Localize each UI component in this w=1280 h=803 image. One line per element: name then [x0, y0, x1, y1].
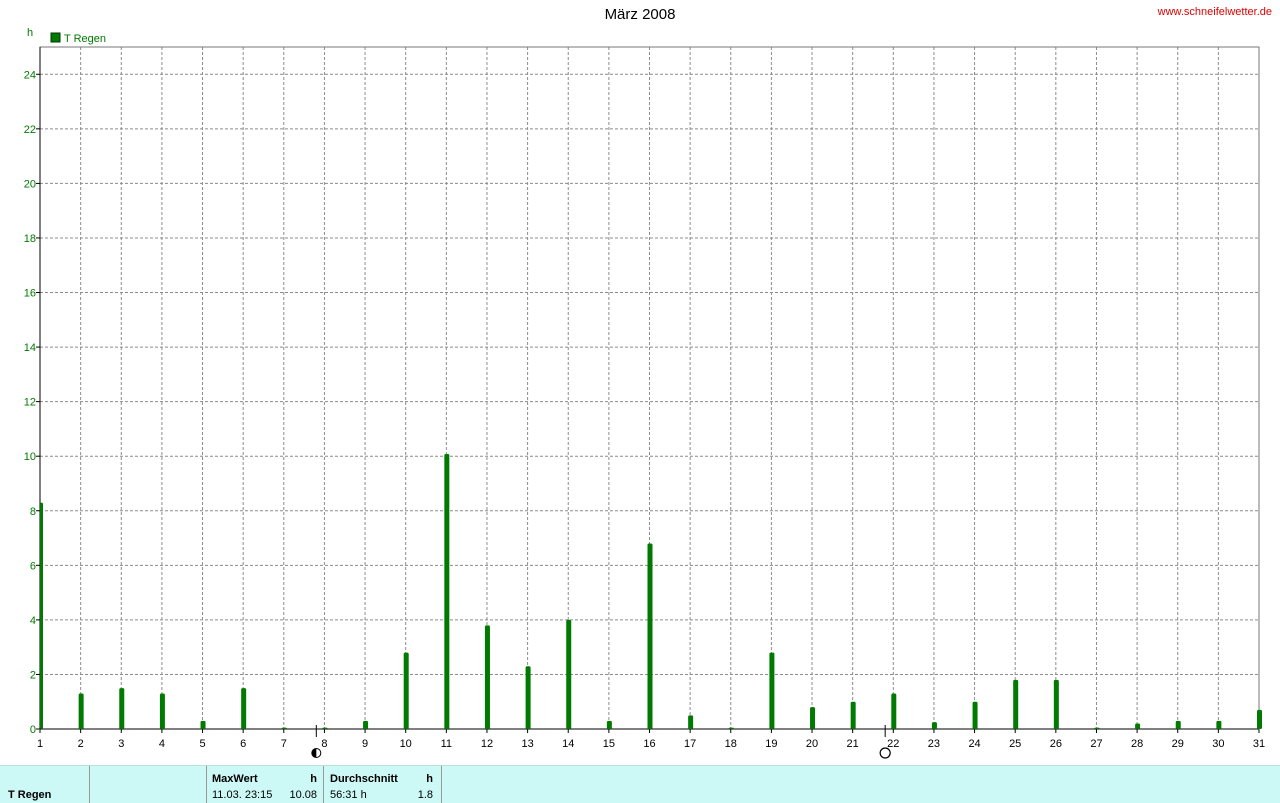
x-tick-label: 15 — [603, 738, 615, 750]
x-tick-label: 1 — [37, 738, 43, 750]
bar-day-15 — [606, 720, 612, 729]
x-tick-label: 18 — [725, 738, 737, 750]
x-tick-label: 8 — [321, 738, 327, 750]
bar-day-17 — [688, 715, 694, 729]
bar-day-30 — [1216, 720, 1222, 729]
bar-day-22 — [891, 693, 897, 729]
avg-value: 1.8 — [417, 789, 433, 801]
x-tick-label: 28 — [1131, 738, 1143, 750]
x-tick-label: 6 — [240, 738, 246, 750]
y-tick-label: 8 — [30, 506, 36, 518]
avg-cell: Durchschnitt h 56:31 h 1.8 — [324, 766, 442, 803]
max-unit: h — [310, 773, 317, 785]
bar-day-11 — [444, 454, 450, 729]
bar-series — [40, 454, 1262, 729]
x-tick-label: 26 — [1050, 738, 1062, 750]
bar-day-14 — [566, 619, 572, 729]
x-tick-label: 30 — [1212, 738, 1224, 750]
y-tick-label: 12 — [24, 397, 36, 409]
y-tick-label: 10 — [24, 451, 36, 463]
x-tick-label: 14 — [562, 738, 574, 750]
legend: T Regen — [50, 32, 106, 45]
bar-day-19 — [769, 652, 775, 729]
bar-day-3 — [119, 688, 125, 729]
x-tick-label: 7 — [281, 738, 287, 750]
y-tick-label: 6 — [30, 560, 36, 572]
max-header: MaxWert — [212, 773, 258, 785]
y-tick-label: 4 — [30, 615, 36, 627]
bar-day-18 — [728, 727, 734, 729]
y-tick-label: 14 — [24, 342, 36, 354]
y-tick-label: 18 — [24, 233, 36, 245]
bar-day-1 — [40, 502, 43, 729]
x-tick-label: 20 — [806, 738, 818, 750]
x-tick-label: 22 — [887, 738, 899, 750]
avg-header: Durchschnitt — [330, 773, 398, 785]
y-tick-label: 2 — [30, 669, 36, 681]
x-tick-label: 4 — [159, 738, 165, 750]
bar-day-28 — [1135, 723, 1141, 729]
series-cell: T Regen — [0, 766, 90, 803]
max-datetime: 11.03. 23:15 — [212, 789, 273, 801]
x-tick-label: 11 — [441, 738, 452, 750]
bar-day-2 — [78, 693, 84, 729]
x-tick-label: 25 — [1009, 738, 1021, 750]
bar-day-13 — [525, 666, 531, 729]
legend-label: T Regen — [64, 33, 106, 45]
x-tick-label: 24 — [968, 738, 980, 750]
bar-day-29 — [1175, 720, 1181, 729]
bar-day-9 — [363, 720, 369, 729]
bar-day-25 — [1013, 679, 1019, 729]
avg-total: 56:31 h — [330, 789, 367, 801]
bar-day-6 — [241, 688, 247, 729]
bar-day-12 — [484, 625, 490, 729]
max-cell: MaxWert h 11.03. 23:15 10.08 — [207, 766, 324, 803]
bar-day-21 — [850, 701, 856, 729]
bar-day-20 — [810, 707, 816, 729]
max-value: 10.08 — [289, 789, 317, 801]
x-tick-label: 17 — [684, 738, 696, 750]
x-tick-label: 23 — [928, 738, 940, 750]
statistics-bar: T Regen MaxWert h 11.03. 23:15 10.08 Dur… — [0, 765, 1280, 803]
avg-unit: h — [426, 773, 433, 785]
series-name: T Regen — [8, 789, 52, 801]
y-tick-label: 20 — [24, 178, 36, 190]
bar-day-23 — [931, 722, 937, 729]
legend-swatch — [50, 32, 61, 43]
x-tick-label: 9 — [362, 738, 368, 750]
x-tick-label: 19 — [765, 738, 777, 750]
moon-phases — [311, 725, 891, 759]
y-tick-label: 22 — [24, 124, 36, 136]
x-tick-label: 13 — [521, 738, 533, 750]
x-tick-label: 27 — [1090, 738, 1102, 750]
bar-day-24 — [972, 701, 978, 729]
x-tick-label: 3 — [118, 738, 124, 750]
x-tick-label: 21 — [847, 738, 859, 750]
x-tick-label: 5 — [199, 738, 205, 750]
bar-day-27 — [1094, 727, 1100, 729]
x-tick-label: 10 — [400, 738, 412, 750]
x-tick-label: 2 — [78, 738, 84, 750]
bar-day-5 — [200, 720, 206, 729]
y-tick-label: 16 — [24, 288, 36, 300]
y-tick-label: 24 — [24, 69, 36, 81]
rain-duration-chart: 0246810121416182022241 2 3 4 5 6 7 8 9 10 11 12 13 14… — [24, 27, 1265, 759]
bar-day-26 — [1053, 679, 1059, 729]
x-tick-label: 31 — [1253, 738, 1265, 750]
bar-day-16 — [647, 543, 653, 729]
bar-day-8 — [322, 727, 328, 729]
x-tick-label: 12 — [481, 738, 493, 750]
tick-labels: 0246810121416182022241 2 3 4 5 6 7 8 9 10 11 12 13 14… — [24, 27, 1265, 750]
empty-cell — [90, 766, 207, 803]
x-tick-label: 16 — [643, 738, 655, 750]
y-tick-label: 0 — [30, 724, 36, 736]
bar-day-10 — [403, 652, 409, 729]
bar-day-31 — [1257, 709, 1262, 729]
full-moon-icon — [879, 747, 891, 759]
bar-day-4 — [159, 693, 165, 729]
bar-day-7 — [281, 727, 287, 729]
y-axis-label: h — [27, 27, 33, 39]
x-tick-label: 29 — [1172, 738, 1184, 750]
